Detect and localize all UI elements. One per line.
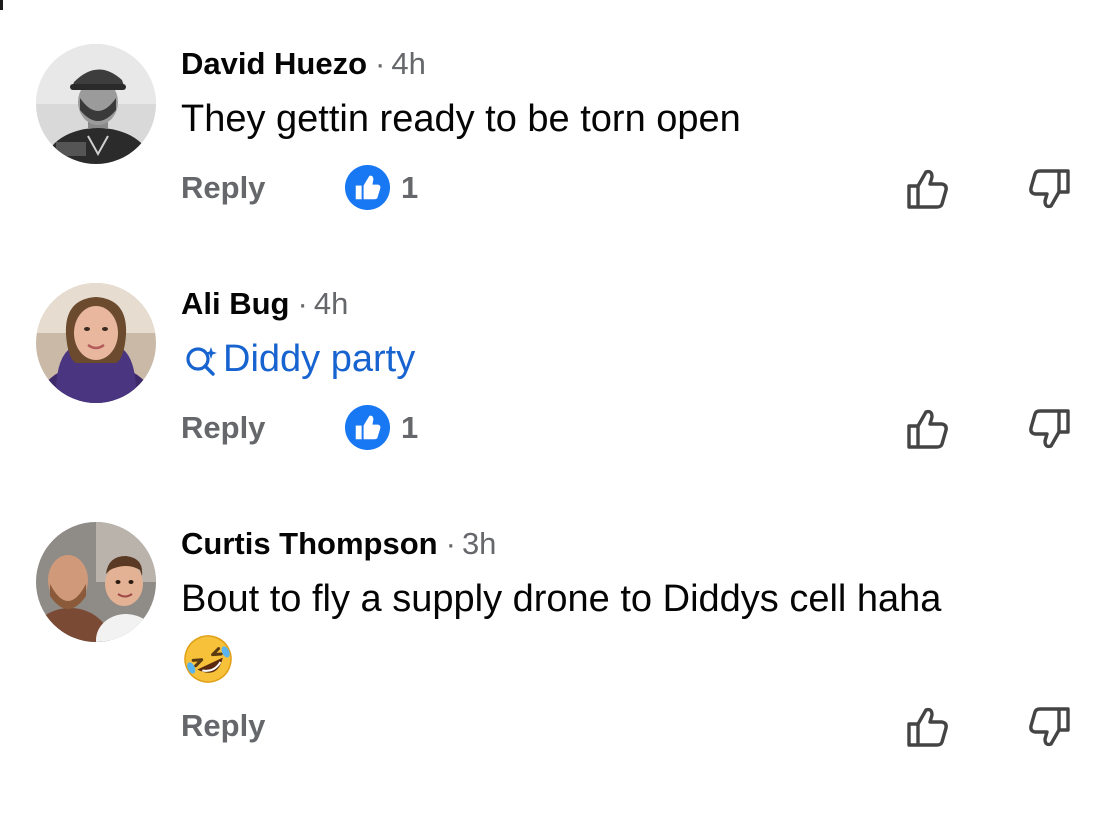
thumbs-down-outline-icon — [1029, 409, 1070, 449]
downvote-button[interactable] — [1025, 164, 1075, 214]
upvote-button[interactable] — [902, 404, 952, 454]
comment-timestamp[interactable]: 4h — [391, 46, 425, 81]
reply-button[interactable]: Reply — [181, 410, 265, 446]
author-name[interactable]: Curtis Thompson — [181, 526, 438, 561]
like-badge-icon — [344, 164, 391, 211]
comment-timestamp[interactable]: 3h — [462, 526, 496, 561]
author-name[interactable]: Ali Bug — [181, 286, 290, 321]
thumbs-down-outline-icon — [1029, 707, 1070, 747]
downvote-button[interactable] — [1025, 404, 1075, 454]
comment-timestamp[interactable]: 4h — [314, 286, 348, 321]
reaction-summary[interactable]: 1 — [344, 164, 418, 211]
downvote-button[interactable] — [1025, 702, 1075, 752]
avatar-photo — [36, 283, 156, 403]
avatar-photo — [36, 44, 156, 164]
search-suggestion-text: Diddy party — [223, 338, 416, 380]
separator-dot: · — [375, 46, 386, 81]
like-count: 1 — [401, 409, 419, 445]
author-name[interactable]: David Huezo — [181, 46, 367, 81]
separator-dot: · — [297, 286, 308, 321]
thumbs-down-outline-icon — [1029, 169, 1070, 209]
avatar[interactable] — [36, 522, 156, 642]
search-suggestion-link[interactable]: Diddy party — [181, 336, 415, 382]
rolling-on-floor-laughing-emoji — [181, 632, 235, 686]
avatar-photo — [36, 522, 156, 642]
reply-button[interactable]: Reply — [181, 170, 265, 206]
like-count: 1 — [401, 169, 419, 205]
thumbs-up-outline-icon — [907, 409, 948, 449]
comment-header: Curtis Thompson · 3h — [181, 526, 496, 562]
comment-header: David Huezo · 4h — [181, 46, 426, 82]
upvote-button[interactable] — [902, 702, 952, 752]
avatar[interactable] — [36, 283, 156, 403]
reaction-summary[interactable]: 1 — [344, 404, 418, 451]
comment-text: Bout to fly a supply drone to Diddys cel… — [181, 578, 942, 620]
thumbs-up-outline-icon — [907, 169, 948, 209]
separator-dot: · — [445, 526, 456, 561]
comment-header: Ali Bug · 4h — [181, 286, 348, 322]
avatar[interactable] — [36, 44, 156, 164]
upvote-button[interactable] — [902, 164, 952, 214]
rolling-laughing-icon — [184, 635, 232, 683]
thumbs-up-outline-icon — [907, 707, 948, 747]
corner-mark — [0, 0, 3, 10]
search-sparkle-icon — [186, 347, 217, 376]
reply-button[interactable]: Reply — [181, 708, 265, 744]
like-badge-icon — [344, 404, 391, 451]
comment-text: They gettin ready to be torn open — [181, 98, 741, 140]
